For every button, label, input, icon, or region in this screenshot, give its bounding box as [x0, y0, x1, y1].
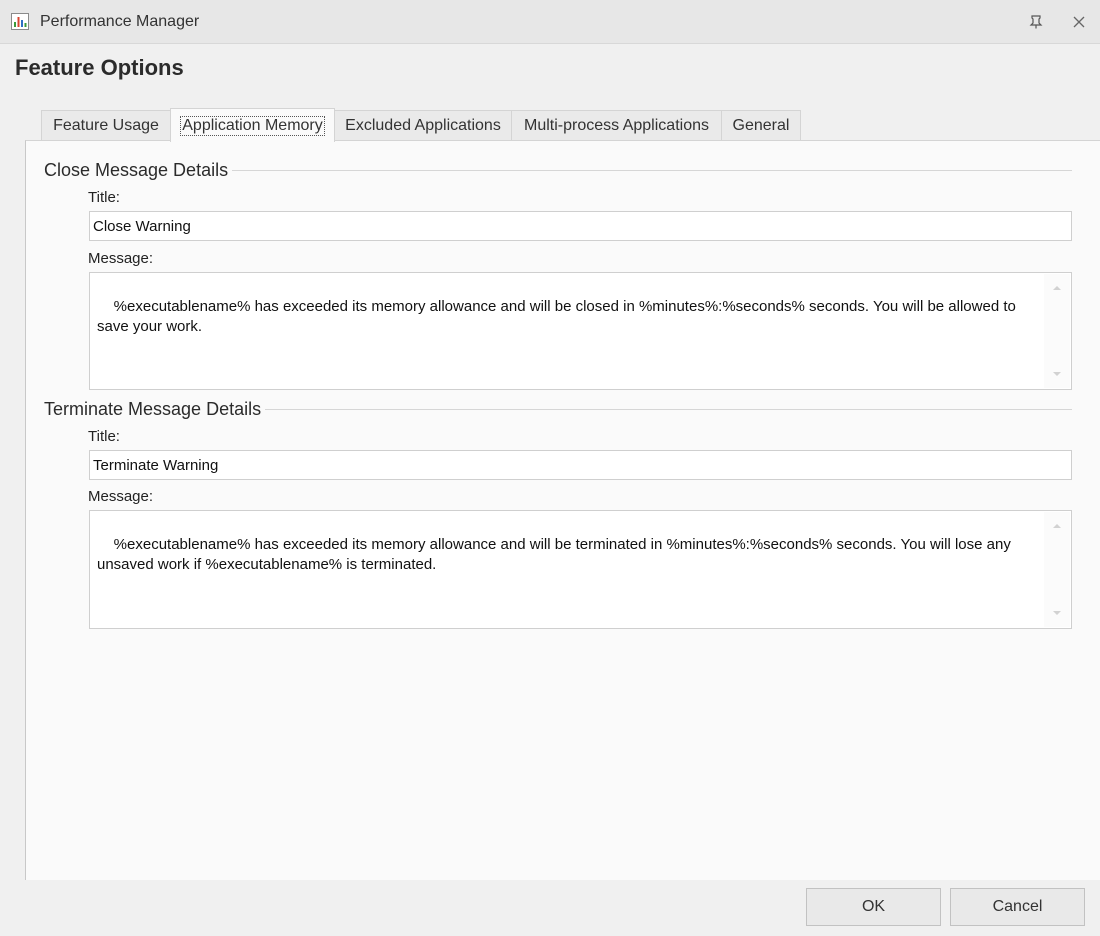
close-title-input[interactable] — [89, 211, 1072, 241]
close-message-label: Message: — [88, 250, 154, 267]
performance-chart-icon — [11, 13, 29, 30]
close-button[interactable] — [1067, 10, 1091, 34]
window-title: Performance Manager — [40, 13, 200, 30]
scroll-down-icon[interactable] — [1053, 372, 1061, 376]
terminate-message-label: Message: — [88, 488, 154, 505]
tab-label: Multi-process Applications — [524, 117, 709, 134]
tab-multi-process-applications[interactable]: Multi-process Applications — [511, 110, 722, 141]
tab-excluded-applications[interactable]: Excluded Applications — [334, 110, 512, 141]
terminate-message-textarea[interactable]: %executablename% has exceeded its memory… — [89, 510, 1072, 629]
terminate-title-label: Title: — [88, 428, 120, 445]
tab-feature-usage[interactable]: Feature Usage — [41, 110, 171, 141]
cancel-button[interactable]: Cancel — [950, 888, 1085, 926]
close-title-label: Title: — [88, 189, 120, 206]
pin-button[interactable] — [1024, 10, 1048, 34]
title-bar: Performance Manager — [0, 0, 1100, 44]
scroll-up-icon[interactable] — [1053, 286, 1061, 290]
group-divider — [241, 409, 1072, 410]
terminate-message-text: %executablename% has exceeded its memory… — [97, 536, 1015, 573]
tab-content-panel: Close Message Details Title: Message: %e… — [25, 140, 1100, 880]
tab-general[interactable]: General — [721, 110, 801, 141]
tab-label: Application Memory — [180, 115, 325, 136]
vertical-scrollbar[interactable] — [1044, 274, 1070, 388]
scroll-up-icon[interactable] — [1053, 524, 1061, 528]
tab-application-memory[interactable]: Application Memory — [170, 108, 335, 142]
pin-icon — [1029, 15, 1043, 29]
tab-label: Excluded Applications — [345, 117, 501, 134]
terminate-title-input[interactable] — [89, 450, 1072, 480]
tab-label: General — [732, 117, 790, 134]
close-message-text: %executablename% has exceeded its memory… — [97, 298, 1021, 335]
vertical-scrollbar[interactable] — [1044, 512, 1070, 627]
tab-label: Feature Usage — [53, 117, 159, 134]
ok-button[interactable]: OK — [806, 888, 941, 926]
close-icon — [1073, 16, 1085, 28]
close-message-textarea[interactable]: %executablename% has exceeded its memory… — [89, 272, 1072, 390]
group-divider — [206, 170, 1072, 171]
terminate-group-title: Terminate Message Details — [44, 399, 266, 420]
close-group-title: Close Message Details — [44, 160, 233, 181]
scroll-down-icon[interactable] — [1053, 611, 1061, 615]
page-title: Feature Options — [15, 55, 184, 80]
